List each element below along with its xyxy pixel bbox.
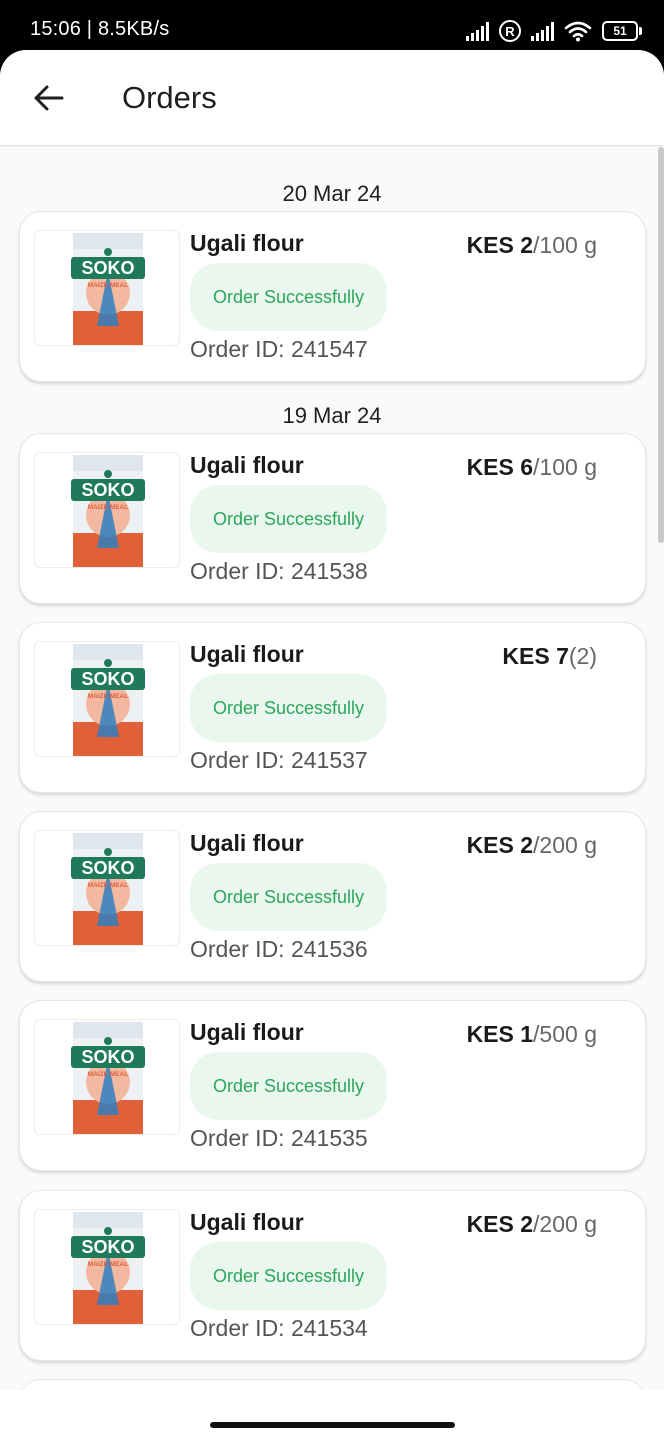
status-badge: Order Successfully <box>190 863 387 931</box>
status-badge: Order Successfully <box>190 263 387 331</box>
price-amount: KES 7 <box>502 643 569 669</box>
date-header: 19 Mar 24 <box>282 403 382 428</box>
price-unit: (2) <box>568 643 597 669</box>
app-bar: Orders <box>0 50 664 146</box>
product-name: Ugali flour <box>190 1019 304 1045</box>
product-thumbnail: SOKO MAIZE MEAL <box>34 1209 180 1325</box>
order-id: Order ID: 241547 <box>190 336 368 362</box>
price-unit: /200 g <box>533 832 597 858</box>
brand-sub-text: MAIZE MEAL <box>88 1071 128 1078</box>
brand-logo-text: SOKO <box>81 258 134 278</box>
order-card[interactable]: SOKO MAIZE MEAL Ugali flour KES 7(2) Ord… <box>19 622 646 793</box>
order-card[interactable]: SOKO MAIZE MEAL Ugali flour KES 2/100 g … <box>19 211 646 382</box>
navigation-bar <box>0 1390 664 1440</box>
price: KES 6/100 g <box>467 454 597 481</box>
brand-logo-text: SOKO <box>81 1047 134 1067</box>
price: KES 7(2) <box>502 643 597 670</box>
product-name: Ugali flour <box>190 1209 304 1235</box>
order-card[interactable]: SOKO MAIZE MEAL Ugali flour KES 2/200 g … <box>19 1190 646 1361</box>
brand-sub-text: MAIZE MEAL <box>88 282 128 289</box>
registered-icon: R <box>499 20 521 42</box>
price: KES 2/100 g <box>467 232 597 259</box>
home-indicator[interactable] <box>210 1422 455 1428</box>
arrow-left-icon <box>34 85 64 111</box>
brand-logo-text: SOKO <box>81 858 134 878</box>
price: KES 2/200 g <box>467 832 597 859</box>
status-bar: 15:06 | 8.5KB/s R 51 <box>0 0 664 56</box>
brand-logo-text: SOKO <box>81 669 134 689</box>
back-button[interactable] <box>28 78 68 118</box>
brand-sub-text: MAIZE MEAL <box>88 1261 128 1268</box>
product-thumbnail: SOKO MAIZE MEAL <box>34 641 180 757</box>
maize-flour-bag-image: SOKO MAIZE MEAL <box>71 455 145 567</box>
date-header: 20 Mar 24 <box>282 181 382 206</box>
orders-screen: Orders 20 Mar 24 SOKO MAIZE MEAL Ugali f… <box>0 50 664 1440</box>
page-title: Orders <box>122 80 217 115</box>
price-amount: KES 2 <box>466 232 534 258</box>
product-thumbnail: SOKO MAIZE MEAL <box>34 452 180 568</box>
brand-logo-text: SOKO <box>81 480 134 500</box>
maize-flour-bag-image: SOKO MAIZE MEAL <box>71 644 145 756</box>
product-thumbnail: SOKO MAIZE MEAL <box>34 230 180 346</box>
maize-flour-bag-image: SOKO MAIZE MEAL <box>71 1212 145 1324</box>
status-badge: Order Successfully <box>190 485 387 553</box>
order-card[interactable]: SOKO MAIZE MEAL Ugali flour KES 6/100 g … <box>19 433 646 604</box>
order-id: Order ID: 241534 <box>190 1315 368 1341</box>
status-badge: Order Successfully <box>190 674 387 742</box>
product-name: Ugali flour <box>190 230 304 256</box>
status-badge: Order Successfully <box>190 1242 387 1310</box>
price-unit: /100 g <box>533 454 597 480</box>
price-unit: /100 g <box>533 232 597 258</box>
product-thumbnail: SOKO MAIZE MEAL <box>34 1019 180 1135</box>
brand-sub-text: MAIZE MEAL <box>88 693 128 700</box>
brand-sub-text: MAIZE MEAL <box>88 882 128 889</box>
price-unit: /200 g <box>533 1211 597 1237</box>
status-icons: R 51 <box>466 18 642 44</box>
price-amount: KES 6 <box>466 454 534 480</box>
price-amount: KES 2 <box>466 1211 534 1237</box>
order-id: Order ID: 241535 <box>190 1125 368 1151</box>
price-unit: /500 g <box>533 1021 597 1047</box>
maize-flour-bag-image: SOKO MAIZE MEAL <box>71 833 145 945</box>
product-name: Ugali flour <box>190 641 304 667</box>
order-card[interactable]: SOKO MAIZE MEAL Ugali flour KES 2/200 g … <box>19 811 646 982</box>
brand-logo-text: SOKO <box>81 1237 134 1257</box>
battery-icon: 51 <box>602 21 642 41</box>
signal-icon <box>466 21 489 41</box>
status-badge: Order Successfully <box>190 1052 387 1120</box>
brand-sub-text: MAIZE MEAL <box>88 504 128 511</box>
signal-icon-2 <box>531 21 554 41</box>
order-id: Order ID: 241537 <box>190 747 368 773</box>
maize-flour-bag-image: SOKO MAIZE MEAL <box>71 233 145 345</box>
price-amount: KES 1 <box>466 1021 534 1047</box>
product-name: Ugali flour <box>190 452 304 478</box>
price: KES 1/500 g <box>467 1021 597 1048</box>
price: KES 2/200 g <box>467 1211 597 1238</box>
price-amount: KES 2 <box>466 832 534 858</box>
product-name: Ugali flour <box>190 830 304 856</box>
order-card[interactable]: SOKO MAIZE MEAL Ugali flour KES 1/500 g … <box>19 1000 646 1171</box>
product-thumbnail: SOKO MAIZE MEAL <box>34 830 180 946</box>
wifi-icon <box>564 21 592 42</box>
status-time: 15:06 | 8.5KB/s <box>30 18 170 40</box>
order-id: Order ID: 241538 <box>190 558 368 584</box>
maize-flour-bag-image: SOKO MAIZE MEAL <box>71 1022 145 1134</box>
battery-level: 51 <box>602 21 638 41</box>
order-id: Order ID: 241536 <box>190 936 368 962</box>
orders-list[interactable]: 20 Mar 24 SOKO MAIZE MEAL Ugali flour KE… <box>0 147 664 1440</box>
